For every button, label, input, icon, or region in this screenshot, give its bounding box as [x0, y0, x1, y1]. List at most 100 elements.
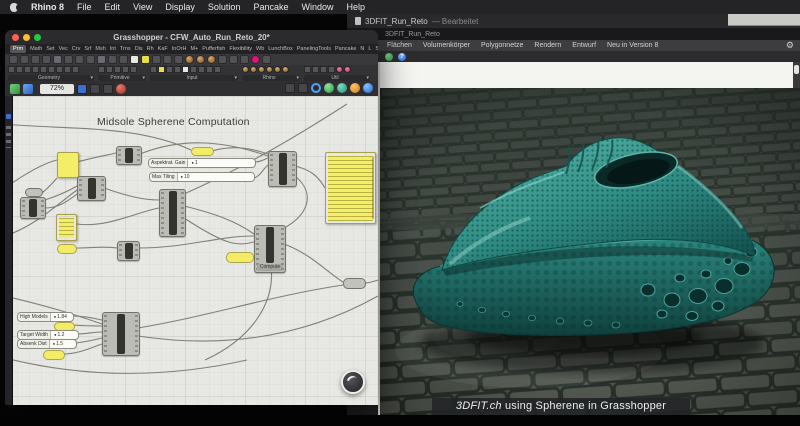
gh-value-capsule[interactable] [43, 350, 65, 360]
component-icon[interactable] [8, 66, 15, 73]
gh-param-capsule[interactable] [343, 278, 366, 289]
toolbar-icon[interactable] [20, 55, 29, 64]
toolbar-icon[interactable] [31, 55, 40, 64]
gh-value-capsule[interactable] [57, 244, 77, 254]
component-icon[interactable] [48, 66, 55, 73]
gh-category-tab[interactable]: Crv [72, 46, 81, 52]
component-icon[interactable] [106, 66, 113, 73]
toolbar-icon[interactable] [119, 55, 128, 64]
gh-component[interactable] [102, 312, 140, 356]
component-icon[interactable] [282, 66, 289, 73]
gh-category-tab[interactable]: Flexibility [229, 46, 252, 52]
gh-category-tab[interactable]: Pufferfish [202, 46, 225, 52]
toolbar-icon[interactable] [196, 55, 205, 64]
menubar-item[interactable]: Window [301, 2, 333, 12]
menubar-item[interactable]: Help [346, 2, 365, 12]
gh-component[interactable] [20, 197, 46, 219]
command-scrollbar[interactable] [793, 62, 800, 88]
component-icon[interactable] [336, 66, 343, 73]
toolbar-icon[interactable] [130, 55, 139, 64]
component-icon[interactable] [72, 66, 79, 73]
zoom-level-dropdown[interactable]: 72% [40, 84, 74, 94]
preview-settings-button[interactable] [298, 83, 308, 93]
component-icon[interactable] [24, 66, 31, 73]
menubar-app-name[interactable]: Rhino 8 [31, 2, 64, 12]
gh-panel-list[interactable] [56, 214, 77, 241]
rhino-3d-viewport[interactable]: 3DFIT.ch using Spherene in Grasshopper [380, 88, 800, 415]
gh-category-tab[interactable]: Vec [59, 46, 68, 52]
menubar-item[interactable]: Pancake [253, 2, 288, 12]
preview-hidden-toggle[interactable] [350, 83, 360, 93]
preview-custom-toggle[interactable] [363, 83, 373, 93]
toolbar-icon[interactable] [86, 55, 95, 64]
component-icon[interactable] [320, 66, 327, 73]
toolbar-icon[interactable] [64, 55, 73, 64]
save-file-icon[interactable] [23, 84, 33, 94]
component-icon[interactable] [130, 66, 137, 73]
gh-slider-aspect[interactable]: Aspektrat. Gain 1 [148, 158, 256, 168]
toolbar-icon[interactable] [251, 55, 260, 64]
component-icon[interactable] [198, 66, 205, 73]
close-button[interactable] [12, 34, 19, 41]
toolbar-icon[interactable] [97, 55, 106, 64]
menubar-item[interactable]: Display [165, 2, 195, 12]
component-icon[interactable] [258, 66, 265, 73]
gh-category-tab[interactable]: L [368, 46, 371, 52]
component-icon[interactable] [344, 66, 351, 73]
gear-icon[interactable]: ⚙ [786, 41, 794, 50]
rhino-ribbon-tab[interactable]: Flächen [387, 42, 412, 49]
preview-active-toggle[interactable] [311, 83, 321, 93]
gh-category-tab[interactable]: PanelingTools [297, 46, 331, 52]
gh-category-tab[interactable]: Math [30, 46, 42, 52]
gh-slider-tiling[interactable]: Max Tiling 10 [149, 172, 255, 182]
gh-category-tab[interactable]: Msh [95, 46, 105, 52]
component-icon[interactable] [114, 66, 121, 73]
pan-tool-button[interactable] [90, 84, 100, 94]
toolbar-icon[interactable] [207, 55, 216, 64]
preview-shaded-toggle[interactable] [324, 83, 334, 93]
sphere-display-button[interactable] [116, 84, 126, 94]
rhino-ribbon-tab[interactable]: Volumenkörper [423, 42, 470, 49]
wire-display-button[interactable] [285, 83, 295, 93]
toolbar-icon[interactable] [218, 55, 227, 64]
component-icon[interactable] [250, 66, 257, 73]
rhino-toolbar-green-icon[interactable] [385, 53, 393, 61]
gh-category-tab[interactable]: Srf [84, 46, 91, 52]
menubar-item[interactable]: Edit [105, 2, 121, 12]
toolbar-icon[interactable] [108, 55, 117, 64]
toolbar-icon[interactable] [141, 55, 150, 64]
rhino-doc-tab[interactable]: 3DFIT_Run_Reto [385, 31, 440, 38]
rhino-ribbon-tab[interactable]: Entwurf [572, 42, 596, 49]
component-icon[interactable] [242, 66, 249, 73]
zoom-fit-button[interactable] [77, 84, 87, 94]
component-icon[interactable] [206, 66, 213, 73]
gh-component-compute[interactable]: Compute [254, 225, 286, 273]
gh-category-tab[interactable]: Set [46, 46, 54, 52]
component-icon[interactable] [40, 66, 47, 73]
component-icon[interactable] [166, 66, 173, 73]
gh-panel[interactable] [57, 152, 79, 178]
component-icon[interactable] [182, 66, 189, 73]
preview-wireframe-toggle[interactable] [337, 83, 347, 93]
component-icon[interactable] [312, 66, 319, 73]
component-icon[interactable] [190, 66, 197, 73]
gh-category-tab[interactable]: Prm [10, 45, 26, 53]
canvas-compass-widget[interactable] [341, 370, 365, 394]
menubar-item[interactable]: Solution [208, 2, 241, 12]
gh-component[interactable] [268, 151, 297, 187]
gh-slider-absenk[interactable]: Absenk Dist 1.5 [17, 339, 77, 349]
gh-component[interactable] [116, 146, 142, 165]
gh-category-tab[interactable]: InOrH [172, 46, 187, 52]
toolbar-icon[interactable] [75, 55, 84, 64]
component-icon[interactable] [214, 66, 221, 73]
component-icon[interactable] [174, 66, 181, 73]
toolbar-icon[interactable] [53, 55, 62, 64]
toolbar-icon[interactable] [42, 55, 51, 64]
gh-value-capsule[interactable] [226, 252, 254, 263]
component-icon[interactable] [98, 66, 105, 73]
rhino-ribbon-tab[interactable]: Neu in Version 8 [607, 42, 658, 49]
toolbar-icon[interactable] [240, 55, 249, 64]
component-icon[interactable] [16, 66, 23, 73]
grasshopper-titlebar[interactable]: Grasshopper - CFW_Auto_Run_Reto_20* [5, 30, 378, 44]
toolbar-icon[interactable] [152, 55, 161, 64]
